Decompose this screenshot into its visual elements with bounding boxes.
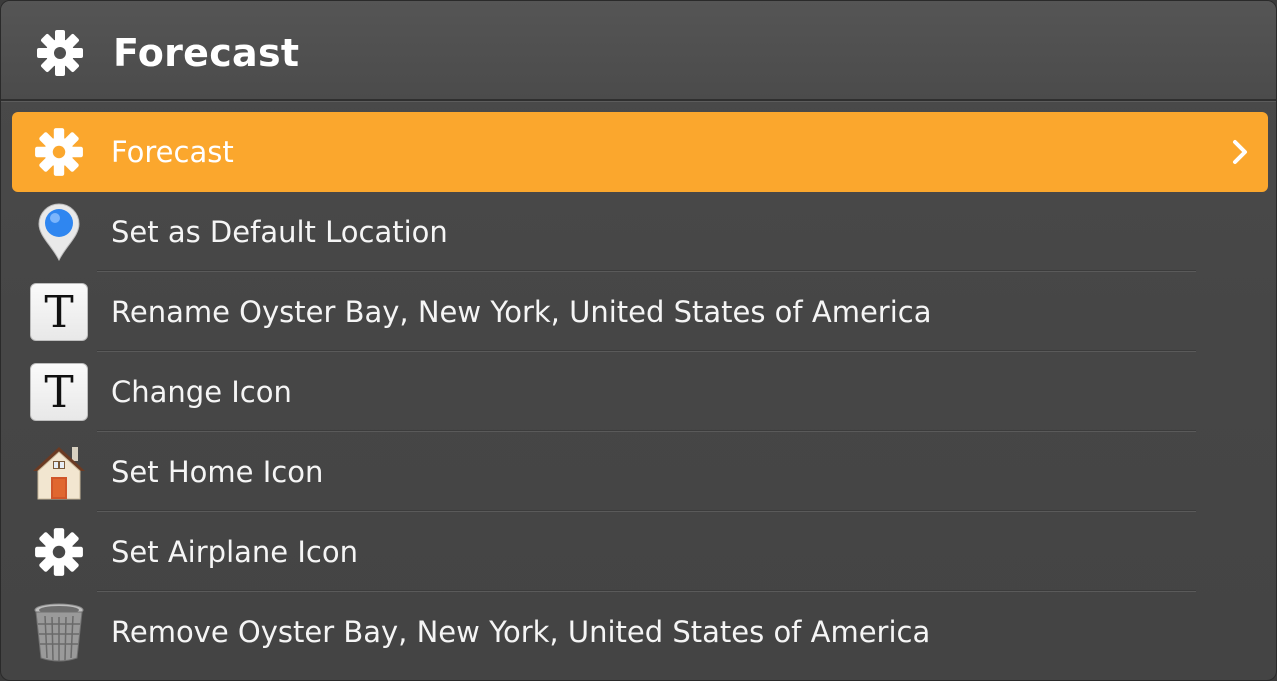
menu-item-label: Set Airplane Icon [111,535,358,569]
menu-item-label: Set Home Icon [111,455,324,489]
menu-item-change-icon[interactable]: T Change Icon [1,352,1276,432]
menu-item-label: Rename Oyster Bay, New York, United Stat… [111,295,932,329]
menu-item-rename-location[interactable]: T Rename Oyster Bay, New York, United St… [1,272,1276,352]
menu-item-remove-location[interactable]: Remove Oyster Bay, New York, United Stat… [1,592,1276,672]
text-t-icon: T [29,362,89,422]
forecast-menu-panel: Forecast Forecast Set as Default Locatio… [0,0,1277,681]
menu-item-set-home-icon[interactable]: Set Home Icon [1,432,1276,512]
trash-can-icon [29,602,89,662]
menu-item-label: Remove Oyster Bay, New York, United Stat… [111,615,931,649]
menu-item-label: Forecast [111,135,234,169]
menu-item-forecast[interactable]: Forecast [12,112,1268,192]
text-t-icon: T [29,282,89,342]
chevron-right-icon [1233,140,1247,164]
house-icon [29,442,89,502]
menu-item-set-default-location[interactable]: Set as Default Location [1,192,1276,272]
menu-item-label: Set as Default Location [111,215,448,249]
menu-item-label: Change Icon [111,375,292,409]
gear-icon [29,522,89,582]
map-pin-icon [29,202,89,262]
gear-icon [29,122,89,182]
page-title: Forecast [113,31,300,75]
menu-item-set-airplane-icon[interactable]: Set Airplane Icon [1,512,1276,592]
header-bar: Forecast [1,1,1276,101]
gear-icon [37,30,83,76]
